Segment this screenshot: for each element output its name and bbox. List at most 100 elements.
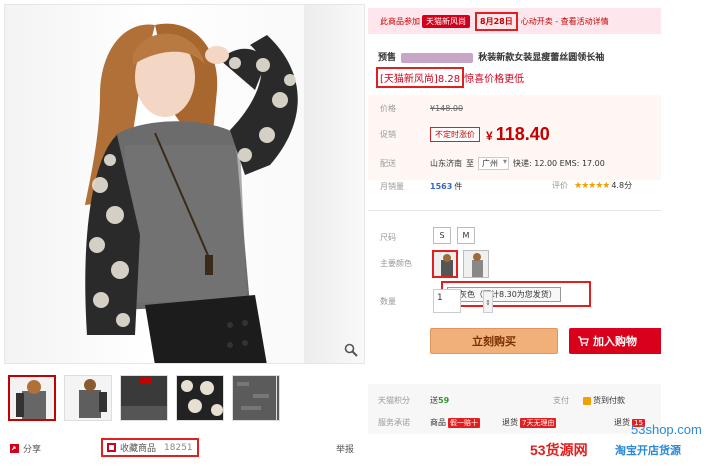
- share-button[interactable]: 分享: [10, 442, 41, 455]
- thumbnail-image: [233, 376, 279, 420]
- thumbnail-image: [65, 376, 111, 420]
- color-swatch-dark-grey[interactable]: [432, 250, 458, 278]
- size-label: 尺码: [380, 233, 396, 242]
- subtitle-trail: 惊喜价格更低: [464, 73, 525, 85]
- cart-icon: [578, 336, 589, 346]
- rating-row[interactable]: 评价 ★★★★★ 4.8分: [552, 180, 632, 191]
- swatch-image: [434, 252, 456, 276]
- color-tooltip: 深灰色（预计8.30为您发货）: [441, 281, 591, 307]
- thumbnail-strip: [8, 375, 338, 423]
- promo-banner[interactable]: 此商品参加 天猫新风尚 8月28日 心动开卖 - 查看活动详情: [368, 8, 661, 34]
- service-swap-text: 退货: [614, 418, 630, 427]
- favorite-icon: [107, 443, 116, 452]
- rating-label: 评价: [552, 181, 568, 190]
- title-badge: [401, 52, 474, 63]
- stepper-arrows-icon: ⇕: [485, 299, 491, 307]
- swatch-image: [464, 251, 488, 277]
- thumbnail-3[interactable]: [120, 375, 168, 421]
- service-return[interactable]: 退货 7天无理由: [502, 417, 557, 428]
- report-link[interactable]: 举报: [336, 442, 354, 455]
- zoom-icon[interactable]: [344, 343, 358, 357]
- points-label: 天猫积分: [378, 396, 410, 405]
- color-label: 主要颜色: [380, 259, 412, 268]
- thumbnail-divider: [276, 375, 277, 421]
- favorite-button[interactable]: 收藏商品 18251: [101, 438, 199, 457]
- thumbnail-1[interactable]: [8, 375, 56, 421]
- model-illustration: [85, 23, 298, 363]
- sales-count[interactable]: 1563: [430, 182, 452, 191]
- thumbnail-image: [121, 376, 167, 420]
- favorite-label: 收藏商品: [120, 444, 157, 454]
- add-to-cart-button[interactable]: 加入购物: [569, 328, 661, 354]
- favorite-count: 18251: [164, 442, 193, 453]
- ship-from: 山东济南: [430, 159, 462, 168]
- pay-cod-text: 货到付款: [593, 396, 625, 405]
- ship-to-value: 广州: [482, 159, 498, 168]
- quantity-value: 1: [437, 293, 443, 303]
- currency-symbol: ¥: [486, 129, 493, 143]
- service-goods[interactable]: 商品 假一赔十: [430, 417, 480, 428]
- points-prefix: 送: [430, 396, 438, 405]
- size-row: 尺码: [380, 232, 430, 243]
- subtitle-tag-text: [天猫新风尚]: [380, 73, 438, 85]
- service-tag-1: 假一赔十: [448, 417, 480, 428]
- thumbnail-5[interactable]: [232, 375, 280, 421]
- quantity-label: 数量: [380, 297, 396, 306]
- promo-prefix: 此商品参加: [380, 16, 420, 26]
- watermark-site: 53shop.com: [631, 422, 702, 437]
- promo-suffix[interactable]: 心动开卖 - 查看活动详情: [521, 16, 609, 27]
- quantity-input[interactable]: 1: [433, 289, 461, 313]
- ship-fees: 快递: 12.00 EMS: 17.00: [513, 159, 605, 168]
- rating-stars: ★★★★★: [574, 180, 610, 191]
- watermark-brand: 53货源网: [530, 442, 588, 458]
- quantity-row: 数量: [380, 296, 430, 307]
- pay-cod[interactable]: 货到付款: [583, 395, 625, 406]
- cod-icon: [583, 396, 591, 405]
- sales-label: 月销量: [380, 182, 404, 191]
- gallery-actions: 分享 收藏商品 18251 举报: [8, 438, 358, 460]
- original-price: ¥148.00: [430, 104, 463, 113]
- thumbnail-4[interactable]: [176, 375, 224, 421]
- title-text: 秋装新款女装显瘦蕾丝圆领长袖: [478, 53, 605, 63]
- service-goods-text: 商品: [430, 418, 446, 427]
- share-icon: [10, 444, 19, 453]
- thumbnail-image: [177, 376, 223, 420]
- quantity-stepper[interactable]: ⇕: [483, 291, 493, 313]
- subtitle-date: 8.28: [437, 73, 461, 85]
- add-to-cart-label: 加入购物: [593, 335, 637, 348]
- current-price: ¥118.40: [486, 124, 550, 145]
- service-return-text: 退货: [502, 418, 518, 427]
- promo-price-row: 促销 不定时涨价 ¥118.40: [380, 124, 550, 145]
- sales-row: 月销量 1563 件: [380, 181, 462, 192]
- promo-tag: 天猫新风尚: [422, 14, 470, 28]
- size-s-label: S: [439, 231, 445, 240]
- product-title: 预售 秋装新款女装显瘦蕾丝圆领长袖: [378, 50, 661, 64]
- color-swatch-alt[interactable]: [463, 250, 489, 278]
- size-option-m[interactable]: M: [457, 227, 475, 244]
- sales-unit: 件: [454, 182, 463, 191]
- promo-price-label: 促销: [380, 130, 396, 139]
- promo-date: 8月28日: [475, 11, 518, 31]
- service-tag-2: 7天无理由: [520, 417, 557, 428]
- thumbnail-2[interactable]: [64, 375, 112, 421]
- thumbnail-image: [10, 377, 54, 419]
- product-subtitle: [天猫新风尚]8.28 惊喜价格更低: [376, 66, 525, 88]
- service-label: 服务承诺: [378, 418, 410, 427]
- color-tooltip-text: 深灰色（预计8.30为您发货）: [447, 286, 561, 302]
- ship-to-word: 至: [466, 159, 474, 168]
- points-value-row: 送 59: [430, 395, 449, 406]
- main-product-image[interactable]: [4, 4, 365, 364]
- size-option-s[interactable]: S: [433, 227, 451, 244]
- original-price-label: 价格: [380, 104, 396, 113]
- size-m-label: M: [462, 231, 470, 240]
- share-label: 分享: [23, 445, 42, 455]
- buy-now-button[interactable]: 立刻购买: [430, 328, 558, 354]
- watermark-slogan: 淘宝开店货源: [615, 444, 681, 457]
- ship-to-select[interactable]: 广州: [478, 157, 509, 170]
- color-row: 主要颜色: [380, 258, 430, 269]
- title-prefix: 预售: [378, 53, 397, 63]
- rating-score: 4.8分: [611, 181, 633, 190]
- original-price-row: 价格 ¥148.00: [380, 103, 463, 114]
- section-divider: [368, 210, 661, 211]
- points-value: 59: [438, 396, 450, 405]
